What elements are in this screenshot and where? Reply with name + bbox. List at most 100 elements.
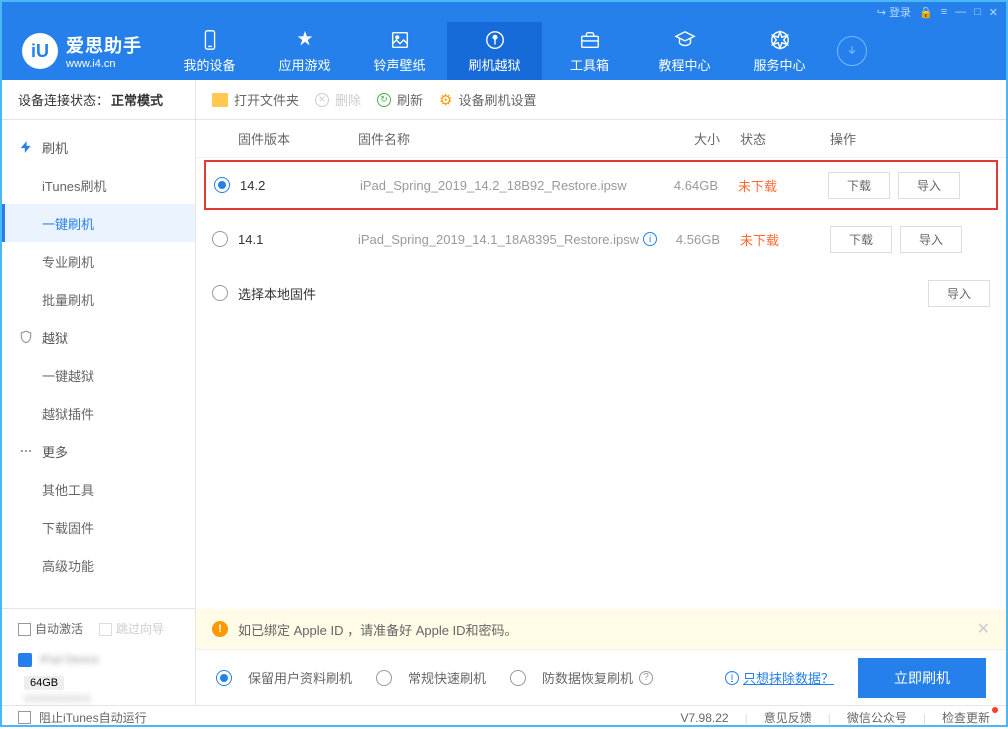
open-folder-btn[interactable]: 打开文件夹 xyxy=(212,90,299,109)
import-button[interactable]: 导入 xyxy=(928,280,990,307)
notice-bar: ! 如已绑定 Apple ID ，请准备好 Apple ID和密码。 ✕ xyxy=(196,609,1006,649)
import-button[interactable]: 导入 xyxy=(900,226,962,253)
device-name: iPad Device xyxy=(40,654,99,666)
toolbox-icon xyxy=(579,29,601,51)
table-body: 14.2 iPad_Spring_2019_14.2_18B92_Restore… xyxy=(196,158,1006,609)
app-domain: www.i4.cn xyxy=(66,58,142,70)
minimize-icon[interactable]: — xyxy=(955,6,966,18)
local-firmware-row[interactable]: 选择本地固件 导入 xyxy=(196,266,1006,320)
sidebar-item-batch[interactable]: 批量刷机 xyxy=(2,280,195,318)
app-name: 爱思助手 xyxy=(66,32,142,58)
col-name: 固件名称 xyxy=(358,129,660,148)
wechat-link[interactable]: 微信公众号 xyxy=(847,709,907,726)
nav-apps[interactable]: 应用游戏 xyxy=(257,22,352,80)
sidebar-item-advanced[interactable]: 高级功能 xyxy=(2,546,195,584)
sidebar: 设备连接状态： 正常模式 刷机 iTunes刷机 一键刷机 专业刷机 批量刷机 … xyxy=(2,80,196,705)
nav-ringtones[interactable]: 铃声壁纸 xyxy=(352,22,447,80)
tutorial-icon xyxy=(674,29,696,51)
nav-toolbox[interactable]: 工具箱 xyxy=(542,22,637,80)
refresh-icon: ↻ xyxy=(377,93,391,107)
nav-my-device[interactable]: 我的设备 xyxy=(162,22,257,80)
col-size: 大小 xyxy=(660,129,740,148)
nav: 我的设备 应用游戏 铃声壁纸 刷机越狱 工具箱 教程中心 服务中心 xyxy=(162,22,1006,80)
sidebar-item-download-fw[interactable]: 下载固件 xyxy=(2,508,195,546)
toolbar: 打开文件夹 ✕ 删除 ↻ 刷新 ⚙ 设备刷机设置 xyxy=(196,80,1006,120)
download-button[interactable]: 下载 xyxy=(828,172,890,199)
lock-icon[interactable]: 🔒 xyxy=(919,6,933,19)
device-row[interactable]: iPad Device xyxy=(2,647,195,673)
nav-download[interactable] xyxy=(827,22,877,80)
feedback-link[interactable]: 意见反馈 xyxy=(764,709,812,726)
prevent-itunes-check[interactable]: 阻止iTunes自动运行 xyxy=(18,709,147,726)
more-icon xyxy=(18,443,34,459)
option-normal[interactable]: 常规快速刷机 xyxy=(376,668,486,687)
nav-tutorials[interactable]: 教程中心 xyxy=(637,22,732,80)
connection-status: 设备连接状态： 正常模式 xyxy=(2,80,195,120)
sidebar-item-itunes[interactable]: iTunes刷机 xyxy=(2,166,195,204)
firmware-row-selected[interactable]: 14.2 iPad_Spring_2019_14.2_18B92_Restore… xyxy=(204,160,998,210)
shield-icon xyxy=(18,329,34,345)
storage-badge: 64GB xyxy=(24,676,64,690)
skip-guide-check[interactable]: 跳过向导 xyxy=(99,620,164,637)
maximize-icon[interactable]: □ xyxy=(974,6,981,18)
refresh-btn[interactable]: ↻ 刷新 xyxy=(377,90,423,109)
option-anti-recovery[interactable]: 防数据恢复刷机 ? xyxy=(510,668,653,687)
sidebar-item-plugins[interactable]: 越狱插件 xyxy=(2,394,195,432)
download-circle-icon xyxy=(837,36,867,66)
service-icon xyxy=(769,29,791,51)
sidebar-bottom: 自动激活 跳过向导 iPad Device 64GB XXXXXXXXXX xyxy=(2,608,195,705)
sidebar-item-jailbreak[interactable]: 一键越狱 xyxy=(2,356,195,394)
col-status: 状态 xyxy=(740,129,830,148)
help-icon[interactable]: ? xyxy=(639,671,653,685)
gear-icon: ⚙ xyxy=(439,91,452,109)
device-serial: XXXXXXXXXX xyxy=(24,694,195,705)
apps-icon xyxy=(294,29,316,51)
side-menu: 刷机 iTunes刷机 一键刷机 专业刷机 批量刷机 越狱 一键越狱 越狱插件 … xyxy=(2,120,195,608)
notice-close[interactable]: ✕ xyxy=(977,619,990,639)
group-jailbreak[interactable]: 越狱 xyxy=(2,318,195,356)
col-version: 固件版本 xyxy=(238,129,358,148)
warning-icon: ! xyxy=(212,621,228,637)
delete-icon: ✕ xyxy=(315,93,329,107)
erase-link[interactable]: i 只想抹除数据？ xyxy=(725,668,834,687)
options-bar: 保留用户资料刷机 常规快速刷机 防数据恢复刷机 ? i 只想抹除数据？ 立即刷机 xyxy=(196,649,1006,705)
nav-flash[interactable]: 刷机越狱 xyxy=(447,22,542,80)
import-button[interactable]: 导入 xyxy=(898,172,960,199)
sidebar-item-oneclick[interactable]: 一键刷机 xyxy=(2,204,195,242)
firmware-row[interactable]: 14.1 iPad_Spring_2019_14.1_18A8395_Resto… xyxy=(196,212,1006,266)
header: iU 爱思助手 www.i4.cn 我的设备 应用游戏 铃声壁纸 刷机越狱 工具… xyxy=(2,22,1006,80)
info-icon[interactable]: i xyxy=(643,232,657,246)
group-flash[interactable]: 刷机 xyxy=(2,128,195,166)
col-action: 操作 xyxy=(830,129,990,148)
group-more[interactable]: 更多 xyxy=(2,432,195,470)
info-icon: i xyxy=(725,671,739,685)
nav-service[interactable]: 服务中心 xyxy=(732,22,827,80)
sidebar-item-other[interactable]: 其他工具 xyxy=(2,470,195,508)
device-icon xyxy=(199,29,221,51)
settings-btn[interactable]: ⚙ 设备刷机设置 xyxy=(439,90,536,109)
wallpaper-icon xyxy=(389,29,411,51)
folder-icon xyxy=(212,93,228,107)
auto-activate-check[interactable]: 自动激活 xyxy=(18,620,83,637)
option-keep-data[interactable]: 保留用户资料刷机 xyxy=(216,668,352,687)
delete-btn[interactable]: ✕ 删除 xyxy=(315,90,361,109)
footer: 阻止iTunes自动运行 V7.98.22 | 意见反馈 | 微信公众号 | 检… xyxy=(2,705,1006,729)
device-tablet-icon xyxy=(18,653,32,667)
flash-icon xyxy=(484,29,506,51)
sidebar-item-pro[interactable]: 专业刷机 xyxy=(2,242,195,280)
menu-icon[interactable]: ≡ xyxy=(941,6,947,18)
update-dot xyxy=(992,707,998,713)
flash-button[interactable]: 立即刷机 xyxy=(858,658,986,698)
body: 设备连接状态： 正常模式 刷机 iTunes刷机 一键刷机 专业刷机 批量刷机 … xyxy=(2,80,1006,705)
radio[interactable] xyxy=(212,285,228,301)
titlebar: ↪ 登录 🔒 ≡ — □ ✕ xyxy=(2,2,1006,22)
radio-selected[interactable] xyxy=(214,177,230,193)
logo: iU 爱思助手 www.i4.cn xyxy=(2,32,162,70)
download-button[interactable]: 下载 xyxy=(830,226,892,253)
radio[interactable] xyxy=(212,231,228,247)
version-label: V7.98.22 xyxy=(681,711,729,725)
login-link[interactable]: ↪ 登录 xyxy=(877,4,911,20)
update-link[interactable]: 检查更新 xyxy=(942,709,990,726)
logo-icon: iU xyxy=(22,33,58,69)
close-icon[interactable]: ✕ xyxy=(989,6,998,19)
